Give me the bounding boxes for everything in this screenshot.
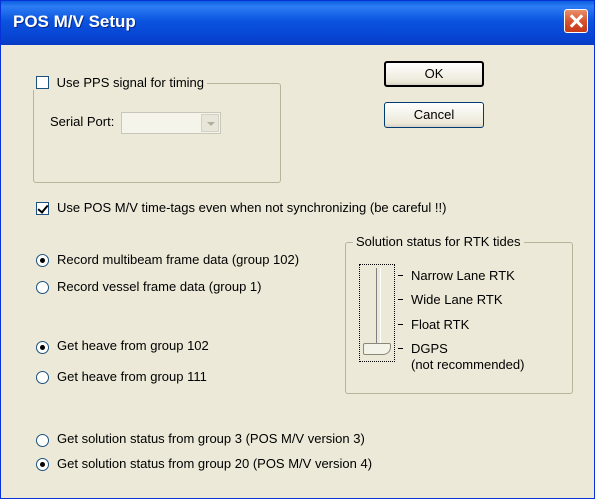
radio-heave-111[interactable] — [36, 371, 49, 384]
radio-status-group3[interactable] — [36, 434, 49, 447]
radio-status-group20-label[interactable]: Get solution status from group 20 (POS M… — [57, 456, 372, 471]
timetags-checkbox[interactable] — [36, 202, 49, 215]
cancel-button[interactable]: Cancel — [384, 102, 484, 128]
tick-mark — [398, 324, 403, 325]
serial-port-select[interactable] — [121, 112, 221, 134]
radio-heave-102[interactable] — [36, 341, 49, 354]
rtk-level-dgps-note: (not recommended) — [411, 357, 525, 372]
pps-legend: Use PPS signal for timing — [33, 75, 208, 90]
radio-vessel-frame-label[interactable]: Record vessel frame data (group 1) — [57, 279, 261, 294]
radio-status-group20[interactable] — [36, 458, 49, 471]
radio-multibeam-frame[interactable] — [36, 254, 49, 267]
rtk-level-float: Float RTK — [411, 317, 470, 332]
window-title: POS M/V Setup — [13, 12, 136, 31]
rtk-slider-thumb[interactable] — [363, 343, 391, 355]
radio-status-group3-label[interactable]: Get solution status from group 3 (POS M/… — [57, 431, 365, 446]
rtk-level-narrow-lane: Narrow Lane RTK — [411, 268, 515, 283]
serial-port-label: Serial Port: — [50, 114, 115, 129]
close-button[interactable] — [564, 9, 588, 33]
tick-mark — [398, 348, 403, 349]
ok-button[interactable]: OK — [384, 61, 484, 87]
title-bar[interactable]: POS M/V Setup — [1, 1, 594, 45]
radio-heave-102-label[interactable]: Get heave from group 102 — [57, 338, 209, 353]
tick-mark — [398, 299, 403, 300]
rtk-legend: Solution status for RTK tides — [353, 234, 524, 249]
rtk-level-dgps: DGPS — [411, 341, 448, 356]
radio-multibeam-frame-label[interactable]: Record multibeam frame data (group 102) — [57, 252, 299, 267]
radio-vessel-frame[interactable] — [36, 281, 49, 294]
chevron-down-icon[interactable] — [201, 114, 219, 132]
dialog-window: POS M/V Setup Use PPS signal for timing … — [0, 0, 595, 499]
timetags-label[interactable]: Use POS M/V time-tags even when not sync… — [57, 200, 446, 215]
rtk-slider-track[interactable] — [376, 268, 381, 351]
pps-checkbox-label[interactable]: Use PPS signal for timing — [57, 75, 204, 90]
rtk-level-wide-lane: Wide Lane RTK — [411, 292, 503, 307]
tick-mark — [398, 275, 403, 276]
pps-checkbox[interactable] — [36, 76, 49, 89]
radio-heave-111-label[interactable]: Get heave from group 111 — [57, 369, 207, 384]
